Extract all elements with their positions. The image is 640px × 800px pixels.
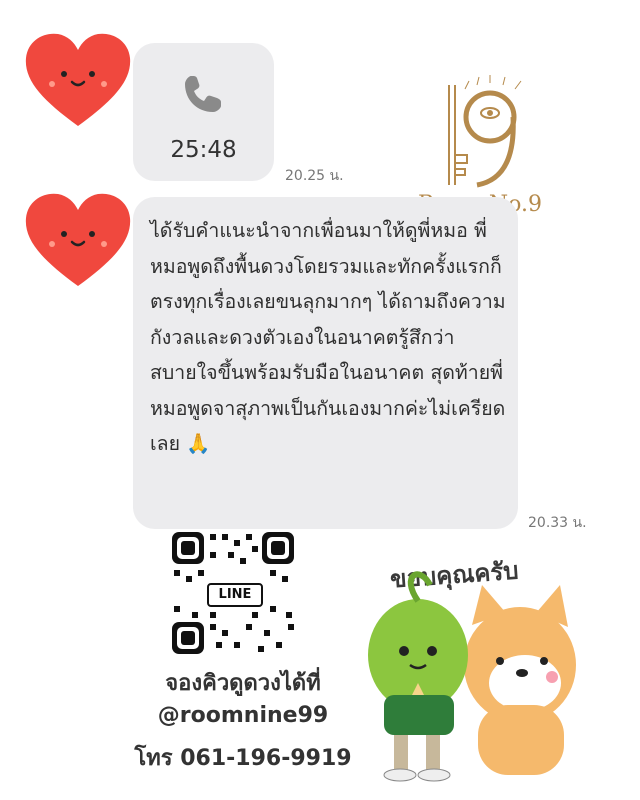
- line-qr-code[interactable]: LINE: [170, 530, 296, 656]
- emoji-icon: 🙏: [186, 432, 211, 455]
- phone-icon: [185, 76, 221, 112]
- message-text: ได้รับคำแนะนำจากเพื่อนมาให้ดูพี่หมอ พี่ห…: [150, 219, 506, 455]
- message-timestamp: 20.33 น.: [528, 515, 587, 531]
- thank-you-sticker: ขอบคุณครับ: [360, 555, 630, 785]
- message-bubble[interactable]: ได้รับคำแนะนำจากเพื่อนมาให้ดูพี่หมอ พี่ห…: [133, 197, 518, 529]
- key-nine-logo-icon: [448, 75, 522, 188]
- heart-avatar-icon[interactable]: [22, 30, 134, 130]
- call-timestamp: 20.25 น.: [285, 168, 344, 184]
- booking-label: จองคิวดูดวงได้ที่: [165, 671, 321, 696]
- heart-avatar-icon[interactable]: [22, 190, 134, 290]
- mascot-sticker-icon: [368, 571, 576, 782]
- call-duration: 25:48: [170, 137, 237, 163]
- line-id: @roomnine99: [157, 703, 329, 728]
- call-bubble[interactable]: 25:48: [133, 43, 274, 181]
- phone-number: โทร 061-196-9919: [134, 746, 352, 771]
- line-badge: LINE: [207, 583, 263, 607]
